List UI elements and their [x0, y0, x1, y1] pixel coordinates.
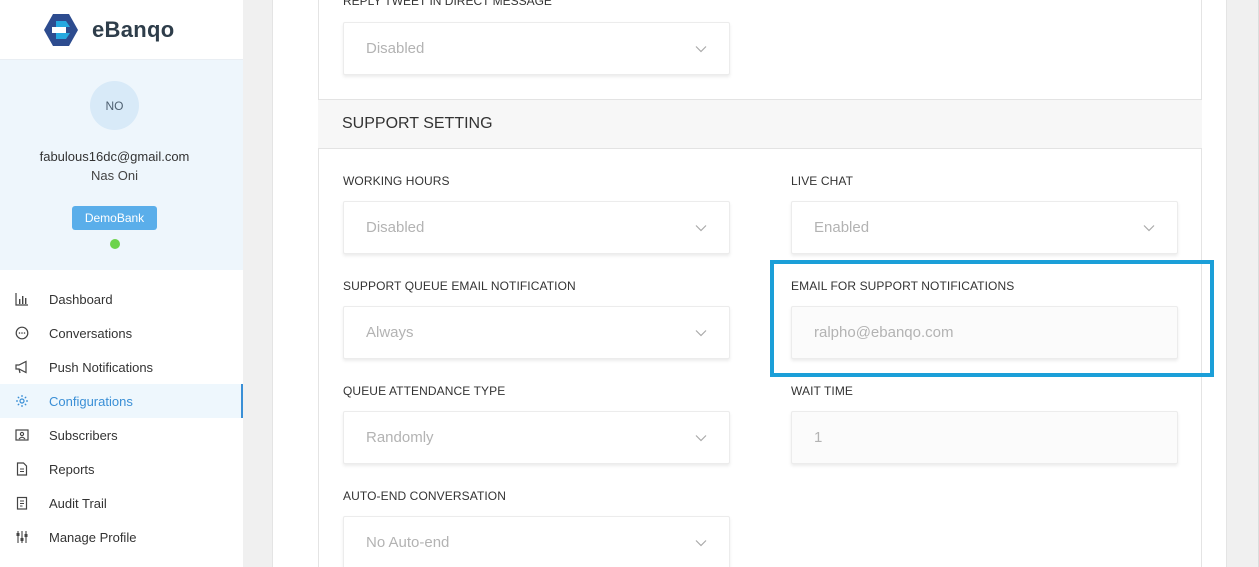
online-status-indicator: [110, 239, 120, 249]
app-root: eBanqo NO fabulous16dc@gmail.com Nas Oni…: [0, 0, 1259, 567]
reply-tweet-label: REPLY TWEET IN DIRECT MESSAGE: [343, 0, 552, 8]
queue-attendance-type-label: QUEUE ATTENDANCE TYPE: [343, 384, 506, 398]
wait-time-value: 1: [814, 429, 823, 446]
sidebar: eBanqo NO fabulous16dc@gmail.com Nas Oni…: [0, 0, 243, 567]
logo-bar: eBanqo: [0, 0, 243, 60]
chevron-down-icon: [695, 435, 707, 442]
contact-card-icon: [15, 428, 29, 442]
sidebar-item-label: Audit Trail: [49, 495, 107, 511]
bank-badge[interactable]: DemoBank: [72, 206, 157, 230]
sidebar-nav: Dashboard Conversations Push Notificatio…: [0, 270, 243, 554]
support-queue-email-notification-select[interactable]: Always: [343, 306, 730, 359]
support-queue-email-notification-label: SUPPORT QUEUE EMAIL NOTIFICATION: [343, 279, 576, 293]
live-chat-select[interactable]: Enabled: [791, 201, 1178, 254]
user-name: Nas Oni: [91, 168, 138, 183]
reply-tweet-select[interactable]: Disabled: [343, 22, 730, 75]
bar-chart-icon: [15, 292, 29, 306]
clipboard-icon: [15, 496, 29, 510]
chevron-down-icon: [695, 225, 707, 232]
working-hours-label: WORKING HOURS: [343, 174, 450, 188]
sidebar-item-label: Configurations: [49, 393, 133, 409]
sidebar-item-label: Subscribers: [49, 427, 118, 443]
sidebar-item-push-notifications[interactable]: Push Notifications: [0, 350, 243, 384]
brand-name: eBanqo: [92, 16, 175, 42]
section-title-support-setting: SUPPORT SETTING: [318, 99, 1202, 149]
select-value: Disabled: [366, 40, 425, 57]
sidebar-item-label: Manage Profile: [49, 529, 137, 545]
wait-time-label: WAIT TIME: [791, 384, 854, 398]
sidebar-item-reports[interactable]: Reports: [0, 452, 243, 486]
sidebar-item-label: Dashboard: [49, 291, 113, 307]
gear-icon: [15, 394, 29, 408]
profile-panel: NO fabulous16dc@gmail.com Nas Oni DemoBa…: [0, 60, 243, 270]
chevron-down-icon: [695, 540, 707, 547]
sidebar-item-subscribers[interactable]: Subscribers: [0, 418, 243, 452]
live-chat-label: LIVE CHAT: [791, 174, 854, 188]
sidebar-item-label: Reports: [49, 461, 95, 477]
megaphone-icon: [15, 360, 29, 374]
ebanqo-logo-icon: [44, 13, 78, 46]
auto-end-conversation-label: AUTO-END CONVERSATION: [343, 489, 507, 503]
sidebar-item-audit-trail[interactable]: Audit Trail: [0, 486, 243, 520]
select-value: Disabled: [366, 219, 425, 236]
document-icon: [15, 462, 29, 476]
avatar[interactable]: NO: [90, 81, 139, 130]
queue-attendance-type-select[interactable]: Randomly: [343, 411, 730, 464]
chat-bubble-icon: [15, 326, 29, 340]
chevron-down-icon: [695, 46, 707, 53]
chevron-down-icon: [695, 330, 707, 337]
select-value: No Auto-end: [366, 534, 450, 551]
select-value: Enabled: [814, 219, 870, 236]
sliders-icon: [15, 530, 29, 544]
sidebar-item-label: Conversations: [49, 325, 133, 341]
sidebar-item-configurations[interactable]: Configurations: [0, 384, 243, 418]
sidebar-item-conversations[interactable]: Conversations: [0, 316, 243, 350]
auto-end-conversation-select[interactable]: No Auto-end: [343, 516, 730, 567]
select-value: Randomly: [366, 429, 434, 446]
chevron-down-icon: [1143, 225, 1155, 232]
sidebar-item-label: Push Notifications: [49, 359, 154, 375]
highlight-box: [770, 260, 1214, 377]
working-hours-select[interactable]: Disabled: [343, 201, 730, 254]
sidebar-item-dashboard[interactable]: Dashboard: [0, 282, 243, 316]
select-value: Always: [366, 324, 414, 341]
user-email: fabulous16dc@gmail.com: [39, 149, 190, 164]
sidebar-item-manage-profile[interactable]: Manage Profile: [0, 520, 243, 554]
wait-time-field[interactable]: 1: [791, 411, 1178, 464]
